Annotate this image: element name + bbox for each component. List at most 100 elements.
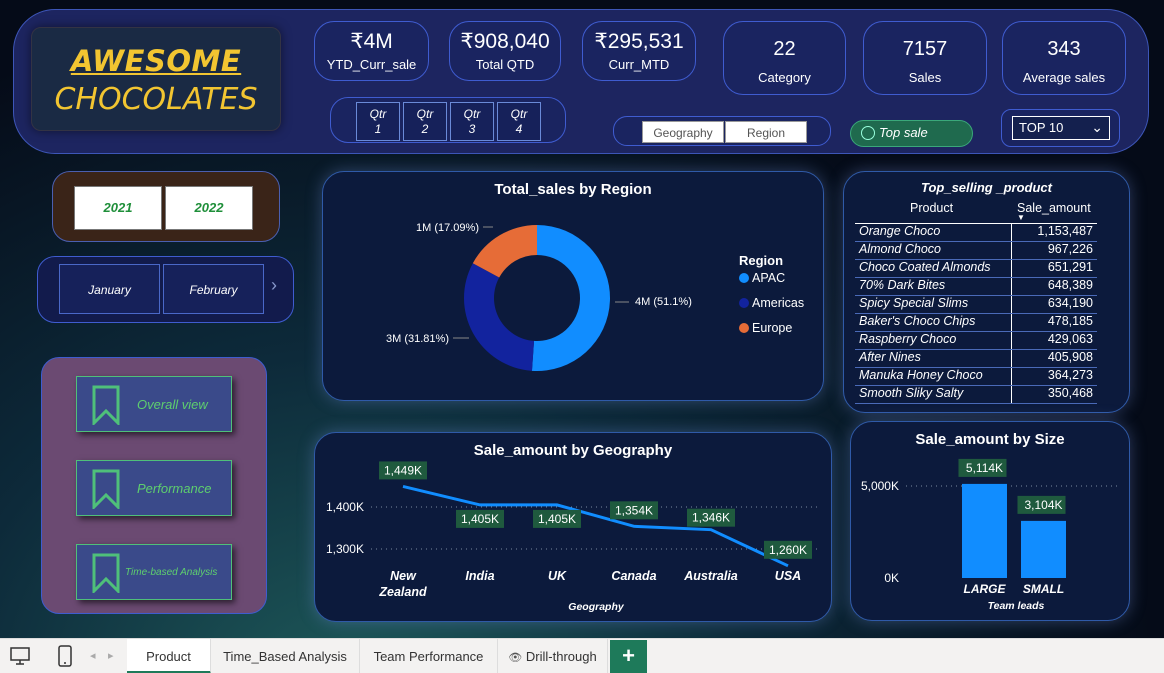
add-page-button[interactable]: +	[610, 640, 647, 673]
qtr-2-button[interactable]: Qtr 2	[403, 102, 447, 141]
table-body: Orange Choco 1,153,487 Almond Choco 967,226…	[855, 224, 1097, 404]
table-row[interactable]: Choco Coated Almonds 651,291	[855, 260, 1097, 278]
tab-time-based-analysis[interactable]: Time_Based Analysis	[211, 639, 360, 673]
hidden-eye-icon: 👁︎	[508, 652, 523, 664]
column-divider	[1011, 332, 1012, 349]
qtr-4-button[interactable]: Qtr 4	[497, 102, 541, 141]
product-cell: Manuka Honey Choco	[859, 368, 983, 382]
qtr-3-button[interactable]: Qtr 3	[450, 102, 494, 141]
legend-item: Europe	[752, 321, 792, 335]
y-tick-label: 5,000K	[861, 479, 899, 493]
kpi-category: 22 Category	[723, 21, 846, 95]
bookmark-icon	[92, 385, 120, 425]
chevron-right-icon[interactable]: ›	[271, 275, 277, 296]
top-n-container: TOP 10 ⌄	[1001, 109, 1120, 147]
qtr-1-button[interactable]: Qtr 1	[356, 102, 400, 141]
y-tick-label: 0K	[884, 571, 899, 585]
column-divider	[1011, 242, 1012, 259]
table-header-row: Product Sale_amount ▼	[855, 196, 1097, 224]
top-products-table: Product Sale_amount ▼ Orange Choco 1,153,…	[855, 196, 1097, 404]
column-divider	[1011, 296, 1012, 313]
donut-chart: 4M (51.1%) 3M (31.81%) 1M (17.09%) Region AP…	[386, 222, 804, 371]
table-row[interactable]: Raspberry Choco 429,063	[855, 332, 1097, 350]
sale-amount-cell: 364,273	[1047, 368, 1093, 382]
mobile-view-icon[interactable]	[57, 644, 73, 673]
sale-amount-cell: 405,908	[1047, 350, 1093, 364]
bar-chart-panel: Sale_amount by Size 5,000K 0K 5,114K LARGE 3…	[850, 421, 1130, 621]
product-cell: Raspberry Choco	[859, 332, 957, 346]
data-label: 1,260K	[764, 540, 812, 559]
column-divider	[1011, 386, 1012, 403]
bookmark-icon	[92, 469, 120, 509]
column-divider	[1011, 368, 1012, 385]
y-tick-label: 1,400K	[326, 500, 364, 514]
desktop-view-icon[interactable]	[9, 645, 31, 672]
table-row[interactable]: Smooth Sliky Salty 350,468	[855, 386, 1097, 404]
table-row[interactable]: Manuka Honey Choco 364,273	[855, 368, 1097, 386]
bar-chart: 5,000K 0K 5,114K LARGE 3,104K SMALL Team leads	[861, 458, 1121, 612]
column-divider	[1011, 314, 1012, 331]
page-tabs-bar: ◂ ▸ Product Time_Based Analysis Team Per…	[0, 638, 1164, 673]
prev-page-icon[interactable]: ◂	[90, 649, 96, 662]
product-cell: Spicy Special Slims	[859, 296, 969, 310]
year-2021-button[interactable]: 2021	[74, 186, 162, 230]
table-row[interactable]: Almond Choco 967,226	[855, 242, 1097, 260]
table-row[interactable]: Spicy Special Slims 634,190	[855, 296, 1097, 314]
column-divider	[1011, 278, 1012, 295]
next-page-icon[interactable]: ▸	[108, 649, 114, 662]
data-label: 1,405K	[533, 509, 581, 528]
tab-drill-through-label: Drill-through	[525, 649, 597, 664]
nav-performance-button[interactable]: Performance	[76, 460, 232, 516]
toggle-circle-icon	[861, 125, 875, 140]
header-sale-amount[interactable]: Sale_amount	[1017, 201, 1091, 215]
data-label: 1,354K	[610, 501, 658, 520]
line-chart-panel: Sale_amount by Geography 1,400K 1,300K 1,4…	[314, 432, 832, 622]
sale-amount-cell: 350,468	[1047, 386, 1093, 400]
page-navigator: Overall view Performance Time-based Anal…	[41, 357, 267, 614]
data-label: 5,114K	[966, 461, 1003, 475]
header-product[interactable]: Product	[910, 201, 953, 215]
month-slicer: January February ›	[37, 256, 294, 323]
logo-line2: CHOCOLATES	[54, 82, 258, 117]
x-tick-label: Canada	[611, 569, 656, 583]
table-row[interactable]: Orange Choco 1,153,487	[855, 224, 1097, 242]
sale-amount-cell: 651,291	[1047, 260, 1093, 274]
top-n-dropdown[interactable]: TOP 10 ⌄	[1012, 116, 1110, 140]
sale-amount-cell: 1,153,487	[1037, 224, 1093, 238]
region-button[interactable]: Region	[725, 121, 807, 143]
tab-product[interactable]: Product	[127, 639, 211, 673]
tab-drill-through[interactable]: 👁︎ Drill-through	[498, 639, 608, 673]
year-2022-button[interactable]: 2022	[165, 186, 253, 230]
data-label-text: 1,405K	[538, 512, 576, 526]
year-slicer: 2021 2022	[52, 171, 280, 242]
legend-marker	[739, 323, 749, 333]
top-n-value: TOP 10	[1019, 120, 1064, 135]
x-axis-title: Team leads	[988, 600, 1045, 612]
nav-overall-view-button[interactable]: Overall view	[76, 376, 232, 432]
month-january-button[interactable]: January	[59, 264, 160, 314]
month-february-button[interactable]: February	[163, 264, 264, 314]
sale-amount-cell: 634,190	[1047, 296, 1093, 310]
product-cell: Almond Choco	[859, 242, 941, 256]
sale-amount-cell: 478,185	[1047, 314, 1093, 328]
sale-amount-cell: 648,389	[1047, 278, 1093, 292]
table-row[interactable]: Baker's Choco Chips 478,185	[855, 314, 1097, 332]
table-row[interactable]: 70% Dark Bites 648,389	[855, 278, 1097, 296]
donut-slice-americas	[464, 263, 535, 371]
legend-marker	[739, 273, 749, 283]
nav-time-based-analysis-button[interactable]: Time-based Analysis	[76, 544, 232, 600]
product-cell: 70% Dark Bites	[859, 278, 946, 292]
data-label: 1,346K	[687, 508, 735, 527]
legend-marker	[739, 298, 749, 308]
tab-team-performance[interactable]: Team Performance	[360, 639, 498, 673]
donut-chart-panel: Total_sales by Region 4M (51.1%) 3M (31.8…	[322, 171, 824, 401]
data-label: 1,449K	[379, 461, 427, 480]
legend-item: Americas	[752, 296, 804, 310]
top-sale-toggle[interactable]: Top sale	[850, 120, 973, 147]
geography-button[interactable]: Geography	[642, 121, 724, 143]
data-label-text: 1,449K	[384, 463, 422, 477]
x-tick-label: New	[390, 569, 417, 583]
sort-desc-icon[interactable]: ▼	[1017, 213, 1025, 222]
report-canvas: AWESOME CHOCOLATES ₹4M YTD_Curr_sale ₹90…	[0, 0, 1164, 638]
table-row[interactable]: After Nines 405,908	[855, 350, 1097, 368]
